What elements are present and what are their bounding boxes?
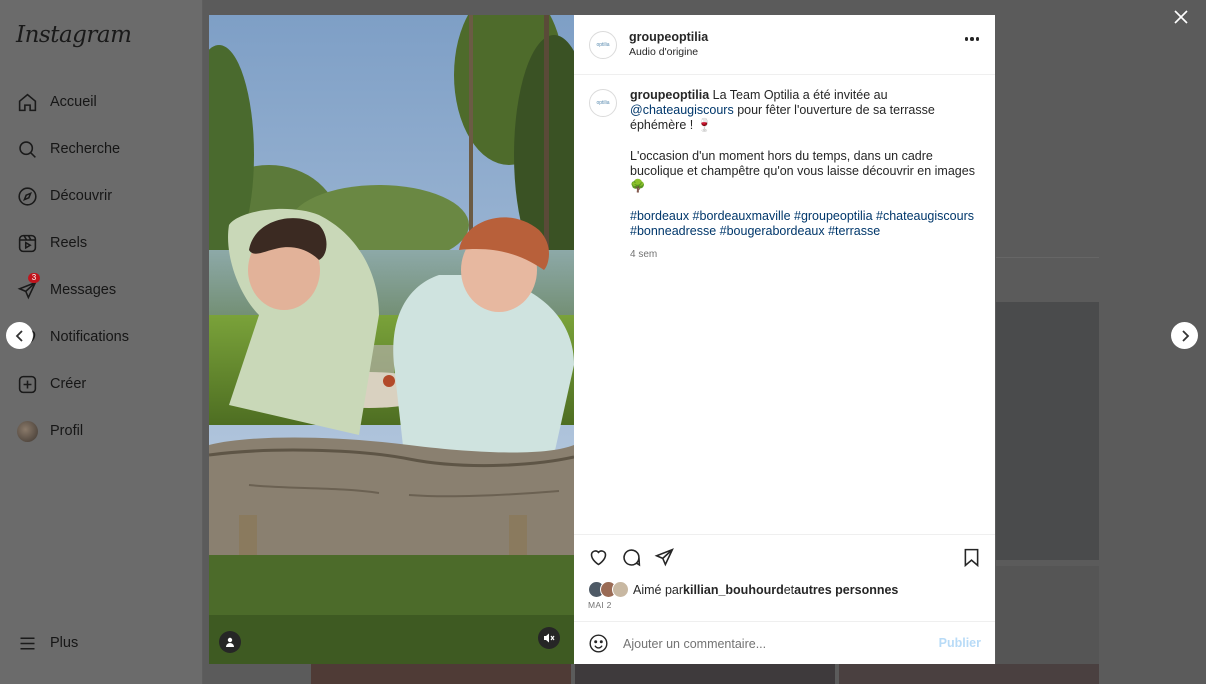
search-icon — [16, 138, 38, 160]
close-button[interactable] — [1172, 8, 1192, 28]
sidebar-item-accueil[interactable]: Accueil — [16, 88, 97, 116]
sidebar-item-label: Découvrir — [50, 188, 113, 204]
sidebar-item-label: Accueil — [50, 94, 97, 110]
sidebar-item-label: Notifications — [50, 329, 129, 345]
sidebar-item-decouvrir[interactable]: Découvrir — [16, 182, 112, 210]
likes-summary[interactable]: Aimé par killian_bouhourd et autres pers… — [588, 581, 898, 598]
save-button[interactable] — [961, 547, 983, 569]
comment-input[interactable] — [621, 633, 925, 655]
author-avatar[interactable]: optilia — [589, 31, 617, 59]
reels-icon — [16, 232, 38, 254]
emoji-button[interactable] — [588, 633, 610, 655]
smiley-icon — [589, 634, 608, 653]
sidebar-item-messages[interactable]: 3 Messages — [16, 273, 117, 304]
sidebar-item-label: Recherche — [50, 141, 121, 157]
post-media[interactable] — [209, 15, 574, 664]
share-button[interactable] — [654, 547, 676, 569]
heart-icon — [590, 550, 607, 566]
post-details-panel: optilia groupeoptilia Audio d'origine op… — [574, 15, 995, 664]
sidebar-item-notifications[interactable]: Notifications — [16, 323, 129, 351]
caption-username[interactable]: groupeoptilia — [630, 88, 709, 102]
post-time: 4 sem — [630, 248, 658, 260]
muted-speaker-icon — [544, 633, 555, 643]
post-video-frame — [209, 15, 574, 664]
other-likers-link[interactable]: autres personnes — [794, 583, 898, 597]
menu-icon — [16, 632, 38, 654]
home-icon — [16, 91, 38, 113]
mute-button[interactable] — [538, 627, 560, 649]
chevron-right-icon — [1181, 329, 1189, 342]
previous-post-button[interactable] — [6, 322, 33, 349]
publish-button[interactable]: Publier — [939, 636, 981, 650]
tagged-users-button[interactable] — [219, 631, 241, 653]
hashtag-links[interactable]: #bordeaux #bordeauxmaville #groupeoptili… — [630, 209, 980, 239]
caption-paragraph: L'occasion d'un moment hors du temps, da… — [630, 148, 975, 194]
sidebar-item-reels[interactable]: Reels — [16, 229, 87, 257]
liker-avatars — [588, 581, 629, 598]
close-icon — [1174, 10, 1188, 24]
send-icon — [654, 548, 674, 567]
liker-username[interactable]: killian_bouhourd — [683, 583, 784, 597]
post-caption: groupeoptilia La Team Optilia a été invi… — [630, 88, 980, 262]
sidebar-item-profil[interactable]: Profil — [16, 417, 83, 445]
comment-button[interactable] — [621, 547, 643, 569]
bookmark-icon — [964, 548, 979, 568]
messages-badge: 3 — [28, 273, 40, 283]
post-header: optilia groupeoptilia Audio d'origine — [574, 15, 995, 75]
sidebar-item-plus[interactable]: Plus — [16, 629, 78, 657]
post-actions: Aimé par killian_bouhourd et autres pers… — [574, 534, 995, 622]
sidebar-item-recherche[interactable]: Recherche — [16, 135, 120, 163]
sidebar-item-label: Messages — [50, 282, 117, 298]
avatar — [16, 420, 38, 442]
sidebar-item-label: Créer — [50, 376, 87, 392]
plus-square-icon — [16, 373, 38, 395]
chevron-left-icon — [15, 329, 23, 342]
sidebar-item-label: Profil — [50, 423, 84, 439]
user-icon — [226, 637, 234, 647]
messenger-icon: 3 — [16, 273, 40, 301]
mention-link[interactable]: @chateaugiscours — [630, 103, 734, 117]
compass-icon — [16, 185, 38, 207]
post-date: MAI 2 — [588, 600, 612, 610]
comment-bar: Publier — [574, 621, 995, 665]
instagram-logo[interactable]: Instagram — [16, 22, 132, 48]
audio-label[interactable]: Audio d'origine — [629, 46, 708, 58]
author-username[interactable]: groupeoptilia — [629, 30, 708, 44]
caption-author-avatar[interactable]: optilia — [589, 89, 617, 117]
sidebar-item-label: Plus — [50, 635, 79, 651]
next-post-button[interactable] — [1171, 322, 1198, 349]
more-options-icon[interactable] — [964, 37, 979, 41]
sidebar-item-creer[interactable]: Créer — [16, 370, 86, 398]
comment-icon — [623, 549, 641, 567]
like-button[interactable] — [588, 547, 610, 569]
sidebar-item-label: Reels — [50, 235, 88, 251]
